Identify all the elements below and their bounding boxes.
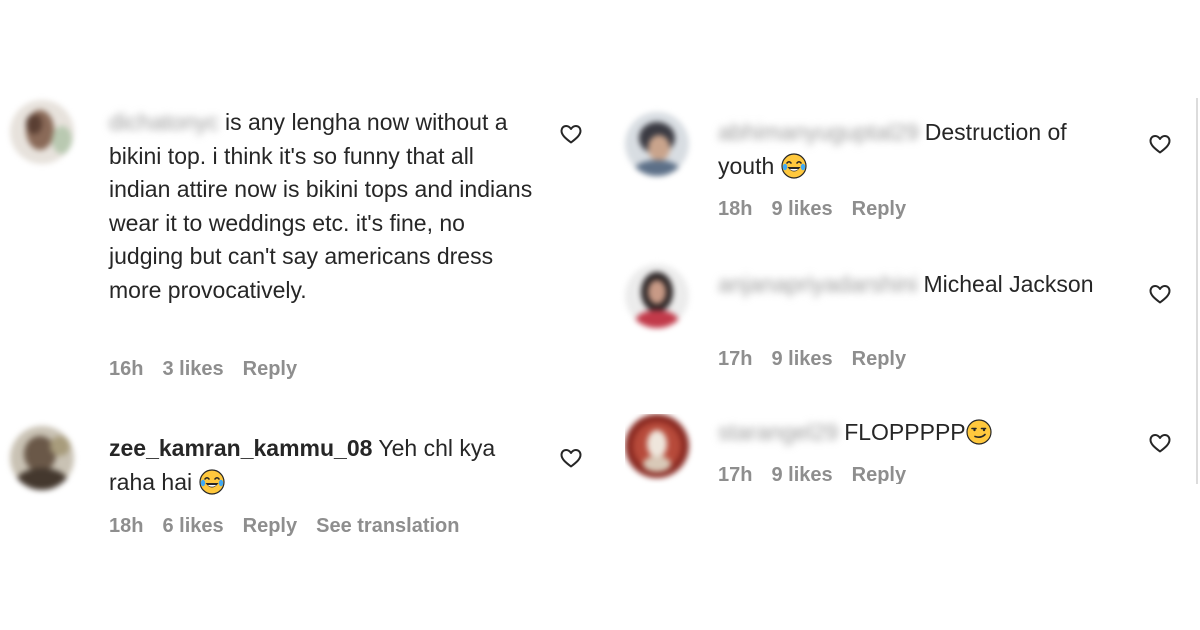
comment-meta: 18h 9 likes Reply <box>718 198 925 221</box>
comment-timestamp: 18h <box>109 515 144 537</box>
comment-text: starangel29 FLOPPPPP <box>718 416 1128 450</box>
reply-button[interactable]: Reply <box>243 515 297 537</box>
comment-meta: 18h 6 likes Reply See translation <box>109 515 479 538</box>
comment-username[interactable]: starangel29 <box>718 419 838 445</box>
comment-meta: 17h 9 likes Reply <box>718 348 925 371</box>
reply-button[interactable]: Reply <box>852 198 906 220</box>
avatar[interactable] <box>10 100 74 164</box>
comment-text: anjanapriyadarshini Micheal Jackson <box>718 268 1128 302</box>
heart-icon[interactable] <box>559 446 583 470</box>
comment: starangel29 FLOPPPPP 17h 9 likes Reply <box>625 414 1195 484</box>
avatar[interactable] <box>625 414 689 478</box>
comment-likes-count[interactable]: 6 likes <box>162 515 223 537</box>
comment-likes-count[interactable]: 9 likes <box>771 198 832 220</box>
avatar[interactable] <box>625 112 689 176</box>
heart-icon[interactable] <box>1148 132 1172 156</box>
comment-username[interactable]: abhimanyuguptal29 <box>718 119 919 145</box>
scrollbar[interactable] <box>1196 98 1198 484</box>
comment-text: abhimanyuguptal29 Destruction of youth <box>718 116 1128 183</box>
heart-icon[interactable] <box>559 122 583 146</box>
instagram-comments-screenshot: dichatonyc is any lengha now without a bi… <box>0 0 1200 630</box>
face-with-tears-of-joy-icon <box>781 152 807 179</box>
comment-text: dichatonyc is any lengha now without a bi… <box>109 106 539 307</box>
comment-username[interactable]: zee_kamran_kammu_08 <box>109 435 372 461</box>
comment-body: Micheal Jackson <box>923 271 1094 297</box>
comment-meta: 16h 3 likes Reply <box>109 358 316 381</box>
comment-username[interactable]: dichatonyc <box>109 109 219 135</box>
comment-likes-count[interactable]: 9 likes <box>771 348 832 370</box>
comment-timestamp: 17h <box>718 464 753 484</box>
comment-body: FLOPPPPP <box>844 419 966 445</box>
comment-likes-count[interactable]: 3 likes <box>162 358 223 380</box>
heart-icon[interactable] <box>1148 282 1172 306</box>
comment-body: is any lengha now without a bikini top. … <box>109 109 533 303</box>
comment-likes-count[interactable]: 9 likes <box>771 464 832 484</box>
comment-timestamp: 18h <box>718 198 753 220</box>
heart-icon[interactable] <box>1148 431 1172 455</box>
comment-timestamp: 16h <box>109 358 144 380</box>
comment-text: zee_kamran_kammu_08 Yeh chl kya raha hai <box>109 432 539 499</box>
comment-meta: 17h 9 likes Reply <box>718 464 925 484</box>
avatar[interactable] <box>10 426 74 490</box>
reply-button[interactable]: Reply <box>243 358 297 380</box>
reply-button[interactable]: Reply <box>852 348 906 370</box>
smirking-face-icon <box>966 419 992 445</box>
face-with-tears-of-joy-icon <box>198 468 225 495</box>
see-translation-button[interactable]: See translation <box>316 515 459 537</box>
comment-username[interactable]: anjanapriyadarshini <box>718 271 917 297</box>
reply-button[interactable]: Reply <box>852 464 906 484</box>
avatar[interactable] <box>625 264 689 328</box>
comment-timestamp: 17h <box>718 348 753 370</box>
